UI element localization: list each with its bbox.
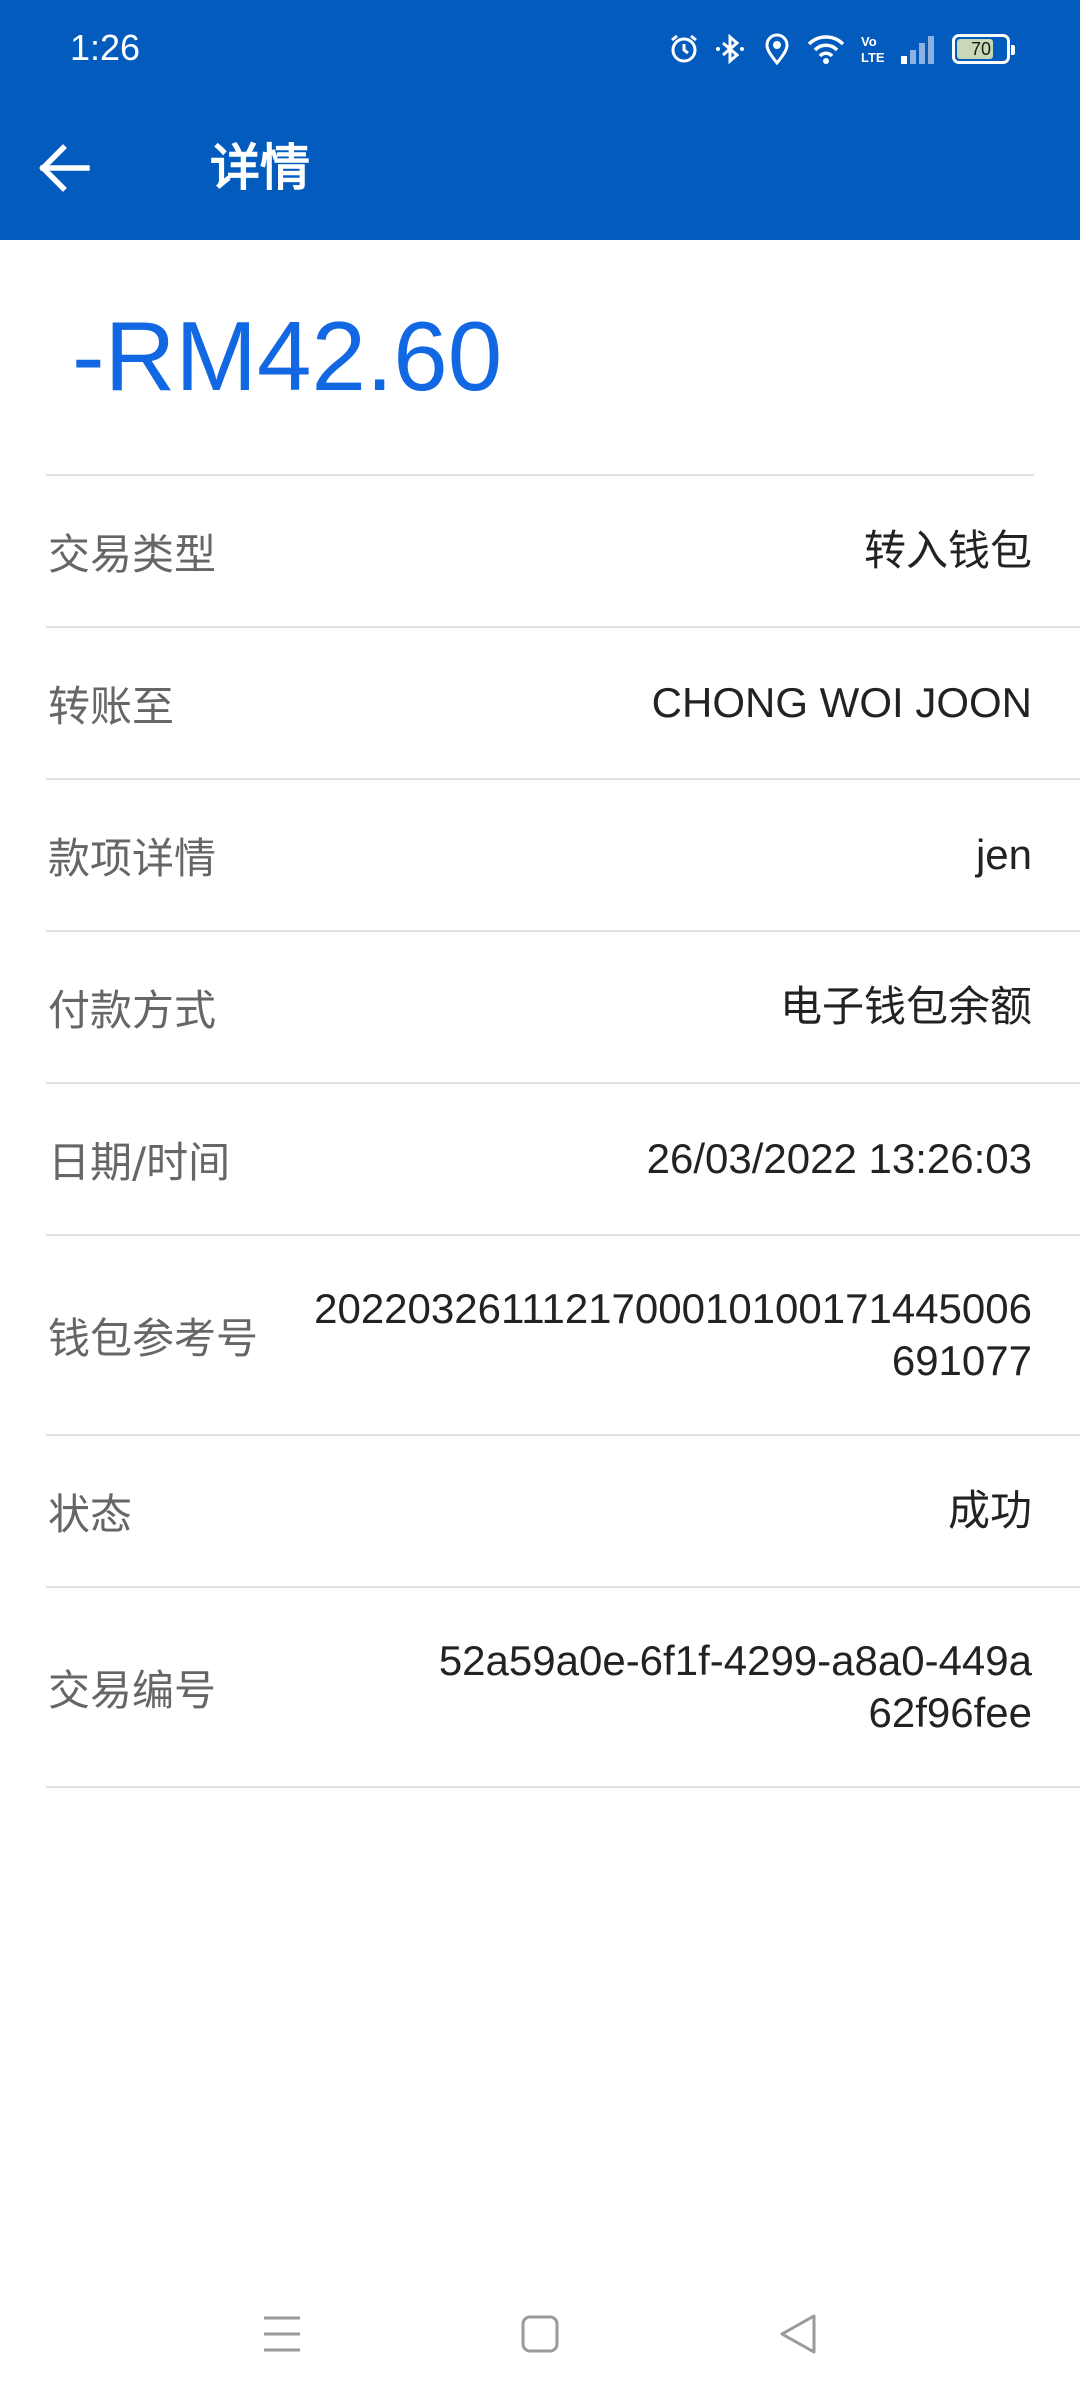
detail-row-date-time: 日期/时间 26/03/2022 13:26:03 [46, 1084, 1080, 1236]
detail-label: 交易类型 [48, 529, 217, 579]
signal-icon [900, 34, 938, 64]
detail-row-transaction-id: 交易编号 52a59a0e-6f1f-4299-a8a0-449a62f96fe… [46, 1588, 1080, 1788]
detail-row-status: 状态 成功 [46, 1436, 1080, 1588]
battery-level: 70 [970, 38, 992, 59]
svg-text:LTE: LTE [861, 50, 885, 65]
back-button[interactable] [28, 132, 100, 204]
wifi-icon [806, 33, 846, 65]
alarm-icon [668, 33, 700, 65]
detail-label: 转账至 [48, 681, 175, 731]
bluetooth-icon [714, 32, 748, 66]
status-icons: Vo LTE 70 [668, 28, 1015, 70]
battery-icon: 70 [952, 34, 1015, 64]
detail-label: 状态 [48, 1489, 133, 1539]
detail-row-payment-method: 付款方式 电子钱包余额 [46, 932, 1080, 1084]
status-time: 1:26 [70, 27, 141, 68]
home-icon [521, 2315, 559, 2353]
back-triangle-icon [780, 2314, 816, 2354]
detail-label: 款项详情 [48, 833, 217, 883]
recent-apps-button[interactable] [242, 2298, 322, 2370]
detail-label: 日期/时间 [48, 1137, 231, 1187]
detail-label: 付款方式 [48, 985, 217, 1035]
detail-value: CHONG WOI JOON [651, 679, 1032, 726]
detail-value: jen [975, 831, 1032, 878]
home-button[interactable] [500, 2298, 580, 2370]
volte-icon: Vo LTE [860, 32, 886, 66]
details-list: 交易类型 转入钱包 转账至 CHONG WOI JOON 款项详情 jen 付款… [46, 476, 1080, 1788]
detail-value: 52a59a0e-6f1f-4299-a8a0-449a62f96fee [438, 1637, 1032, 1736]
menu-icon [264, 2316, 300, 2352]
detail-value: 2022032611121700010100171445006691077 [314, 1285, 1032, 1384]
system-nav-bar [0, 2264, 1080, 2400]
svg-text:Vo: Vo [861, 34, 877, 49]
detail-value: 电子钱包余额 [779, 983, 1032, 1030]
detail-value: 成功 [947, 1487, 1032, 1534]
app-bar: 详情 [0, 96, 1080, 240]
status-bar: 1:26 Vo LTE 70 [0, 0, 1080, 96]
detail-row-wallet-reference: 钱包参考号 2022032611121700010100171445006691… [46, 1236, 1080, 1436]
location-icon [762, 32, 792, 66]
arrow-left-icon [39, 144, 90, 192]
detail-label: 钱包参考号 [48, 1313, 259, 1363]
detail-row-payment-details: 款项详情 jen [46, 780, 1080, 932]
detail-label: 交易编号 [48, 1665, 217, 1715]
detail-value: 转入钱包 [863, 527, 1032, 574]
detail-row-transaction-type: 交易类型 转入钱包 [46, 476, 1080, 628]
detail-value: 26/03/2022 13:26:03 [646, 1135, 1032, 1182]
back-nav-button[interactable] [758, 2298, 838, 2370]
transaction-amount: -RM42.60 [72, 301, 503, 411]
detail-row-transfer-to: 转账至 CHONG WOI JOON [46, 628, 1080, 780]
page-title: 详情 [210, 139, 310, 197]
